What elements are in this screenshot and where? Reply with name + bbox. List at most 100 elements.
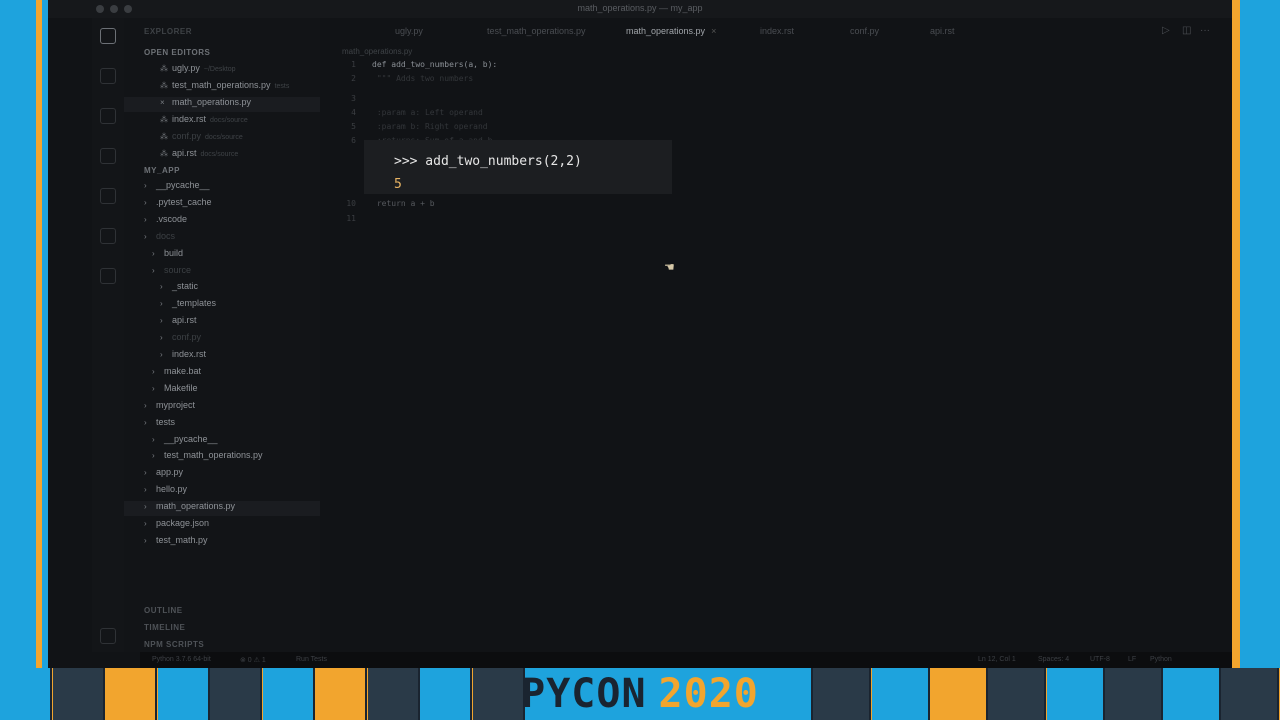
editor-tab[interactable]: index.rst: [760, 26, 794, 36]
open-editor-item[interactable]: ⁂ index.rst docs/source: [124, 114, 320, 129]
line-number: 5: [351, 122, 356, 131]
editor-area[interactable]: ugly.py test_math_operations.py math_opera…: [320, 18, 1232, 652]
source-control-icon[interactable]: [100, 108, 116, 124]
encoding-status[interactable]: UTF-8: [1090, 656, 1110, 663]
status-bar: Python 3.7.6 64-bit ⊗ 0 ⚠ 1 Run Tests Ln…: [140, 652, 1232, 668]
open-editor-item[interactable]: ⁂ conf.py docs/source: [124, 131, 320, 146]
pycon-wordmark: PYCON: [521, 671, 647, 717]
tower-icon: [1163, 668, 1222, 720]
files-icon[interactable]: [100, 28, 116, 44]
project-folder-header[interactable]: MY_APP: [144, 166, 180, 175]
code-text: :param b: Right operand: [372, 122, 488, 131]
open-editor-item[interactable]: ⁂ ugly.py ~/Desktop: [124, 63, 320, 78]
testing-icon[interactable]: [100, 228, 116, 244]
file-tree-item[interactable]: › _templates: [124, 298, 320, 313]
split-editor-icon[interactable]: ◫: [1182, 25, 1191, 36]
code-text: """ Adds two numbers: [372, 74, 474, 83]
pycon-banner: PYCON 2020: [0, 668, 1280, 720]
outline-section[interactable]: OUTLINE: [144, 606, 183, 615]
editor-tab[interactable]: api.rst: [930, 26, 955, 36]
editor-tab[interactable]: conf.py: [850, 26, 879, 36]
file-tree-item[interactable]: › index.rst: [124, 349, 320, 364]
file-icon: ›: [144, 417, 147, 427]
file-tree-item[interactable]: › myproject: [124, 400, 320, 415]
open-editor-name: ugly.py: [172, 63, 200, 73]
run-tests-status[interactable]: Run Tests: [296, 656, 327, 663]
file-tree-item[interactable]: › api.rst: [124, 315, 320, 330]
debug-icon[interactable]: [100, 148, 116, 164]
python-interpreter-status[interactable]: Python 3.7.6 64-bit: [152, 656, 211, 663]
tab-bar: ugly.py test_math_operations.py math_opera…: [320, 18, 1232, 44]
file-tree-item[interactable]: › docs: [124, 231, 320, 246]
file-tree-item[interactable]: › math_operations.py: [124, 501, 320, 517]
open-editor-item[interactable]: ⁂ test_math_operations.py tests: [124, 80, 320, 95]
extensions-icon[interactable]: [100, 188, 116, 204]
file-tree-name: make.bat: [164, 365, 202, 376]
editor-tab[interactable]: ugly.py: [395, 26, 423, 36]
more-actions-icon[interactable]: ···: [1200, 25, 1210, 36]
cursor-position-status[interactable]: Ln 12, Col 1: [978, 656, 1016, 663]
file-icon: ›: [144, 468, 147, 478]
indentation-status[interactable]: Spaces: 4: [1038, 656, 1069, 663]
file-tree-item[interactable]: › conf.py: [124, 332, 320, 347]
file-tree-name: math_operations.py: [156, 501, 236, 512]
file-tree-item[interactable]: › test_math.py: [124, 535, 320, 550]
file-tree-item[interactable]: › __pycache__: [124, 180, 320, 195]
arch-icon: [420, 668, 472, 720]
docker-icon[interactable]: [100, 268, 116, 284]
code-text: return a + b: [372, 199, 435, 208]
open-editor-item[interactable]: ⁂ api.rst docs/source: [124, 148, 320, 163]
file-tree-name: Makefile: [164, 382, 198, 393]
open-editor-name: test_math_operations.py: [172, 80, 271, 90]
snake-icon: [929, 668, 988, 720]
open-editors-header[interactable]: OPEN EDITORS: [144, 48, 210, 57]
mouse-pointer-icon: ☚: [664, 260, 675, 274]
line-number: 11: [346, 214, 356, 223]
python-file-icon: ⁂: [160, 132, 168, 141]
file-tree-item[interactable]: › tests: [124, 417, 320, 432]
robot-icon: [262, 668, 315, 720]
file-tree-item[interactable]: › __pycache__: [124, 434, 320, 449]
python-file-icon: ⁂: [160, 81, 168, 90]
diamond-icon: [157, 668, 210, 720]
file-icon: ›: [160, 350, 163, 359]
explorer-sidebar: EXPLORER OPEN EDITORS ⁂ ugly.py ~/Desktop ⁂…: [124, 18, 320, 652]
file-tree-item[interactable]: › .vscode: [124, 214, 320, 229]
tower-icon: [210, 668, 262, 720]
terminal-icon: [871, 668, 930, 720]
file-tree-item[interactable]: › hello.py: [124, 484, 320, 499]
file-tree-item[interactable]: › _static: [124, 281, 320, 296]
file-tree-item[interactable]: › package.json: [124, 518, 320, 533]
run-file-icon[interactable]: ▷: [1162, 25, 1170, 36]
editor-tab[interactable]: test_math_operations.py: [487, 26, 586, 36]
open-editor-path: tests: [274, 83, 290, 90]
file-tree-item[interactable]: › source: [124, 265, 320, 280]
file-tree-item[interactable]: › Makefile: [124, 383, 320, 398]
problems-status[interactable]: ⊗ 0 ⚠ 1: [240, 656, 266, 664]
open-editor-item[interactable]: × math_operations.py: [124, 97, 320, 112]
file-tree-item[interactable]: › .pytest_cache: [124, 197, 320, 212]
code-line: 5 :param b: Right operand: [320, 122, 488, 135]
timeline-section[interactable]: TIMELINE: [144, 623, 185, 632]
file-tree-item[interactable]: › make.bat: [124, 366, 320, 381]
breadcrumb[interactable]: math_operations.py: [342, 47, 412, 56]
npm-scripts-section[interactable]: NPM SCRIPTS: [144, 640, 204, 649]
close-tab-icon[interactable]: ×: [711, 26, 716, 36]
settings-gear-icon[interactable]: [100, 628, 116, 644]
tab-label: ugly.py: [395, 26, 423, 36]
language-mode-status[interactable]: Python: [1150, 656, 1172, 663]
left-frame: [0, 0, 42, 668]
leaf-icon: [1046, 668, 1105, 720]
file-tree-name: index.rst: [172, 349, 207, 359]
file-tree-name: test_math_operations.py: [164, 450, 263, 461]
file-tree-item[interactable]: › build: [124, 248, 320, 263]
file-tree-item[interactable]: › app.py: [124, 467, 320, 482]
editor-tab[interactable]: math_operations.py ×: [626, 26, 716, 36]
file-tree-item[interactable]: › test_math_operations.py: [124, 450, 320, 465]
eol-status[interactable]: LF: [1128, 656, 1136, 663]
line-number: 4: [351, 108, 356, 117]
file-tree-name: __pycache__: [156, 180, 210, 190]
search-icon[interactable]: [100, 68, 116, 84]
interpreter-prompt: >>> add_two_numbers(2,2): [394, 154, 582, 169]
code-line: 4 :param a: Left operand: [320, 108, 483, 121]
